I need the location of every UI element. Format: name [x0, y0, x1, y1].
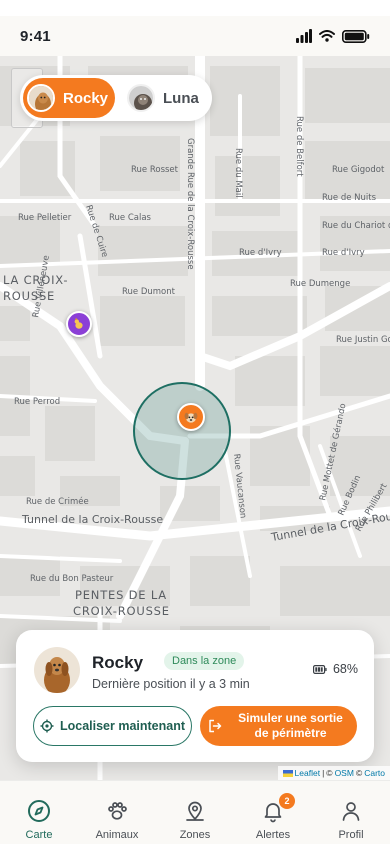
street-label: Rue d'Ivry [239, 248, 282, 258]
area-label: CROIX-ROUSSE [73, 604, 170, 618]
street-label: Rue Justin Godard [336, 335, 390, 345]
zone-status-badge: Dans la zone [164, 652, 245, 670]
pet-avatar [27, 84, 55, 112]
simulate-exit-line1: Simuler une sortie [238, 711, 343, 725]
last-position-text: Dernière position il y a 3 min [92, 677, 250, 691]
pet-chip-luna[interactable]: Luna [123, 78, 211, 118]
pet-chip-label: Rocky [63, 89, 109, 107]
paw-icon [108, 802, 127, 820]
tab-profil[interactable]: Profil [316, 781, 386, 844]
compass-icon [28, 800, 50, 822]
simulate-exit-label: Simuler une sortie de périmètre [230, 711, 357, 741]
area-label: PENTES DE LA [75, 588, 167, 602]
pet-name: Rocky [92, 653, 144, 672]
street-label: Rue de Nuits [322, 193, 377, 203]
pet-switcher: Rocky Luna [20, 75, 212, 121]
ukraine-flag-icon [282, 769, 293, 777]
simulate-exit-button[interactable]: Simuler une sortie de périmètre [200, 706, 357, 746]
street-label: Rue de Belfort [294, 116, 304, 177]
tab-carte[interactable]: Carte [4, 781, 74, 844]
tab-label: Animaux [95, 829, 139, 841]
street-label: Rue d'Ivry [322, 248, 365, 258]
tab-zones[interactable]: Zones [160, 781, 230, 844]
dog-icon [74, 317, 83, 329]
leaflet-link[interactable]: Leaflet [295, 768, 321, 778]
battery-percentage: 68% [332, 662, 358, 676]
street-label: Rue Calas [109, 213, 152, 223]
locate-now-label: Localiser maintenant [59, 719, 186, 733]
attribution-copyright: © [355, 768, 363, 778]
status-icons [296, 29, 370, 43]
locate-now-button[interactable]: Localiser maintenant [33, 706, 192, 746]
street-label: Rue du Chariot d'Or [322, 221, 390, 231]
user-icon [342, 802, 360, 821]
map-attribution: Leaflet | © OSM © Carto [277, 766, 390, 780]
tab-animaux[interactable]: Animaux [82, 781, 152, 844]
geofence-circle [133, 382, 231, 480]
signal-icon [296, 29, 312, 43]
pet-info-card: Rocky Dans la zone Dernière position il … [16, 630, 374, 762]
street-label: Rue Perrod [14, 397, 60, 407]
area-label: ROUSSE [3, 289, 55, 303]
pet-chip-rocky[interactable]: Rocky [23, 78, 115, 118]
area-label: LA CROIX- [3, 273, 68, 287]
status-time: 9:41 [20, 27, 51, 45]
tab-alertes[interactable]: 2 Alertes [238, 781, 308, 844]
street-label: Rue Rosset [131, 165, 179, 175]
luna-map-marker[interactable] [66, 311, 92, 337]
street-label: Rue Dumenge [290, 279, 350, 289]
street-label: Rue Gigodot [332, 165, 385, 175]
street-label: Rue Pelletier [18, 213, 72, 223]
status-bar: 9:41 [0, 16, 390, 56]
map-pin-icon [186, 801, 204, 821]
dog-icon [184, 412, 198, 423]
tab-label: Zones [179, 829, 211, 841]
tab-label: Carte [25, 829, 53, 841]
attribution-copyright: © [326, 768, 333, 778]
street-label: Rue Dumont [122, 287, 176, 297]
battery-level: 68% [312, 662, 358, 676]
rocky-map-marker[interactable] [177, 403, 205, 431]
alert-count-badge: 2 [279, 793, 295, 809]
tab-label: Profil [338, 829, 364, 841]
wifi-icon [319, 30, 335, 42]
tunnel-label: Tunnel de la Croix-Rousse [21, 513, 163, 526]
street-label: Rue de Crimée [26, 496, 89, 507]
street-label: Rue du Mail [233, 148, 243, 198]
tab-label: Alertes [255, 829, 291, 841]
carto-link[interactable]: Carto [364, 768, 385, 778]
pet-chip-label: Luna [163, 89, 199, 107]
street-label: Rue du Bon Pasteur [30, 574, 114, 584]
crosshair-icon [40, 719, 54, 733]
simulate-exit-line2: de périmètre [254, 726, 327, 740]
osm-link[interactable]: OSM [335, 768, 354, 778]
attribution-separator: | [322, 768, 325, 778]
battery-status-icon [342, 29, 370, 43]
battery-icon [312, 664, 327, 674]
pet-avatar [127, 84, 155, 112]
street-label: Grande Rue de la Croix-Rousse [185, 138, 195, 270]
exit-icon [209, 719, 222, 733]
bottom-tab-bar: Carte Animaux Zones 2 Alertes Profil [0, 780, 390, 844]
pet-avatar [34, 647, 80, 693]
